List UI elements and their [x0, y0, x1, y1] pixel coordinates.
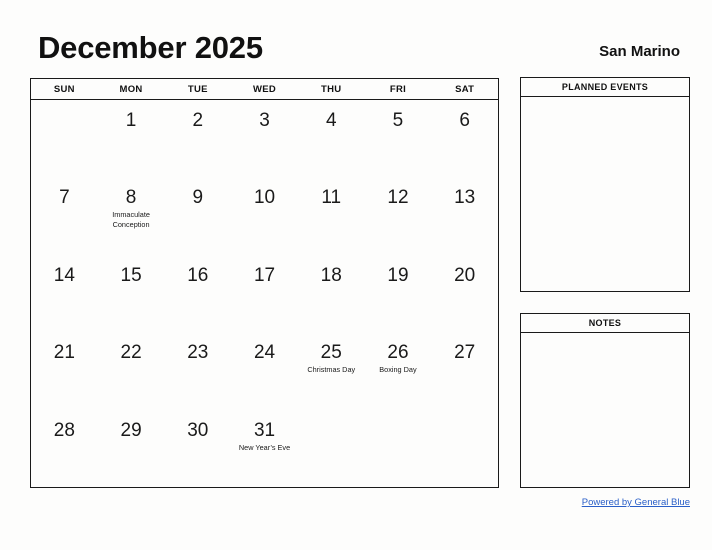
- day-number: 20: [454, 264, 476, 286]
- day-number: 27: [454, 342, 476, 364]
- day-cell-4[interactable]: 4: [298, 100, 365, 177]
- day-cell-30[interactable]: 30: [164, 410, 231, 487]
- day-cell-empty: [365, 410, 432, 487]
- day-number: 10: [253, 187, 276, 209]
- notes-writing-area[interactable]: [521, 333, 689, 487]
- day-cell-5[interactable]: 5: [365, 100, 432, 177]
- day-cell-23[interactable]: 23: [164, 332, 231, 409]
- day-cell-empty: [298, 410, 365, 487]
- day-cell-17[interactable]: 17: [231, 255, 298, 332]
- day-cell-8[interactable]: 8 Immaculate Conception: [98, 177, 165, 254]
- week-row: 1 2 3 4 5 6: [31, 100, 498, 177]
- week-row: 14 15 16 17 18 19 20: [31, 255, 498, 332]
- planned-events-panel: PLANNED EVENTS: [520, 77, 690, 292]
- weekday-header-fri: FRI: [389, 83, 407, 95]
- day-number: 30: [187, 419, 209, 441]
- calendar-weeks: 1 2 3 4 5 6 7 8 Immaculate Conception 9 10 11 12 13 14…: [31, 100, 498, 487]
- day-cell-9[interactable]: 9: [164, 177, 231, 254]
- weekday-header-thu: THU: [321, 83, 342, 95]
- day-cell-24[interactable]: 24: [231, 332, 298, 409]
- day-number: 25: [320, 342, 342, 364]
- day-number: 26: [387, 342, 409, 364]
- day-cell-13[interactable]: 13: [431, 177, 498, 254]
- holiday-label: New Year’s Eve: [238, 442, 291, 452]
- planned-events-title: PLANNED EVENTS: [521, 78, 689, 97]
- page-header: December 2025 San Marino: [0, 0, 712, 78]
- day-number: 21: [53, 342, 75, 364]
- region-label: San Marino: [599, 43, 680, 60]
- notes-title: NOTES: [521, 314, 689, 333]
- day-cell-3[interactable]: 3: [231, 100, 298, 177]
- day-cell-empty: [431, 410, 498, 487]
- day-cell-27[interactable]: 27: [431, 332, 498, 409]
- day-number: 6: [459, 110, 470, 131]
- holiday-label: Boxing Day: [379, 365, 417, 375]
- day-number: 1: [125, 110, 137, 131]
- day-number: 17: [253, 264, 276, 286]
- weekday-header-wed: WED: [252, 83, 277, 95]
- week-row: 28 29 30 31 New Year’s Eve: [31, 410, 498, 487]
- day-number: 3: [259, 110, 270, 131]
- day-cell-19[interactable]: 19: [365, 255, 432, 332]
- day-cell-25[interactable]: 25 Christmas Day: [298, 332, 365, 409]
- day-number: 11: [321, 187, 342, 209]
- weekday-header-row: SUN MON TUE WED THU FRI SAT: [31, 79, 498, 100]
- day-cell-21[interactable]: 21: [31, 332, 98, 409]
- day-cell-20[interactable]: 20: [431, 255, 498, 332]
- day-number: 29: [120, 419, 142, 441]
- day-cell-15[interactable]: 15: [98, 255, 165, 332]
- day-cell-empty: [31, 100, 98, 177]
- week-row: 21 22 23 24 25 Christmas Day 26 Boxing Day 27: [31, 332, 498, 409]
- day-number: 2: [192, 110, 204, 131]
- day-cell-1[interactable]: 1: [98, 100, 165, 177]
- planned-events-writing-area[interactable]: [521, 97, 689, 291]
- day-cell-10[interactable]: 10: [231, 177, 298, 254]
- day-number: 16: [187, 264, 209, 286]
- day-cell-11[interactable]: 11: [298, 177, 365, 254]
- day-cell-29[interactable]: 29: [98, 410, 165, 487]
- day-number: 15: [120, 264, 142, 286]
- day-number: 4: [325, 110, 337, 131]
- day-cell-14[interactable]: 14: [31, 255, 98, 332]
- day-cell-28[interactable]: 28: [31, 410, 98, 487]
- calendar-grid: SUN MON TUE WED THU FRI SAT 1 2 3 4 5 6 7 8 Immaculate…: [30, 78, 499, 488]
- day-number: 14: [53, 264, 75, 286]
- holiday-label: Christmas Day: [307, 365, 356, 375]
- day-cell-31[interactable]: 31 New Year’s Eve: [231, 410, 298, 487]
- powered-by-link[interactable]: Powered by General Blue: [582, 497, 690, 508]
- weekday-header-sat: SAT: [455, 83, 475, 95]
- day-number: 5: [392, 110, 404, 131]
- day-number: 28: [53, 419, 75, 441]
- day-cell-16[interactable]: 16: [164, 255, 231, 332]
- day-cell-7[interactable]: 7: [31, 177, 98, 254]
- day-cell-26[interactable]: 26 Boxing Day: [365, 332, 432, 409]
- day-cell-2[interactable]: 2: [164, 100, 231, 177]
- notes-panel: NOTES: [520, 313, 690, 488]
- day-cell-18[interactable]: 18: [298, 255, 365, 332]
- week-row: 7 8 Immaculate Conception 9 10 11 12 13: [31, 177, 498, 254]
- day-number: 22: [120, 342, 142, 364]
- holiday-label: Immaculate Conception: [112, 210, 150, 229]
- day-number: 18: [320, 264, 342, 286]
- day-number: 12: [387, 187, 409, 209]
- day-number: 9: [192, 187, 204, 209]
- day-number: 19: [387, 264, 409, 286]
- weekday-header-tue: TUE: [187, 83, 208, 95]
- day-number: 7: [59, 187, 70, 209]
- day-number: 23: [187, 342, 209, 364]
- day-cell-12[interactable]: 12: [365, 177, 432, 254]
- day-number: 31: [253, 419, 276, 441]
- weekday-header-sun: SUN: [53, 83, 75, 95]
- day-cell-6[interactable]: 6: [431, 100, 498, 177]
- day-number: 24: [253, 342, 276, 364]
- day-number: 8: [125, 187, 137, 209]
- page-title: December 2025: [38, 30, 263, 65]
- day-cell-22[interactable]: 22: [98, 332, 165, 409]
- weekday-header-mon: MON: [119, 83, 143, 95]
- day-number: 13: [454, 187, 476, 209]
